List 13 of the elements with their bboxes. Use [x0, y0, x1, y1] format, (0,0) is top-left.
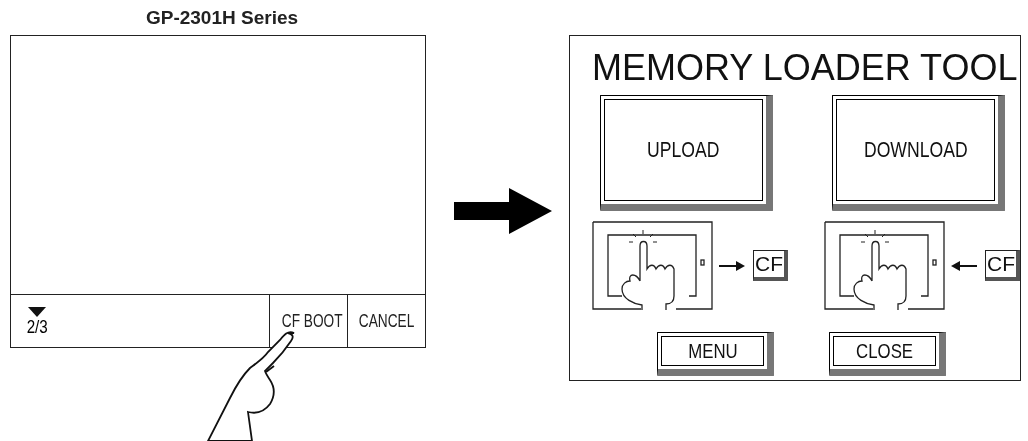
close-button[interactable]: CLOSE: [829, 332, 946, 376]
memory-card-icon: CF: [753, 250, 788, 281]
download-button[interactable]: DOWNLOAD: [832, 95, 1005, 211]
series-caption: GP-2301H Series: [145, 6, 299, 29]
right-arrow-icon: [453, 187, 552, 234]
page-indicator: 2/3: [26, 316, 48, 336]
screen-title: MEMORY LOADER TOOL: [592, 48, 1018, 89]
right-arrow-icon: [719, 260, 745, 271]
menu-button[interactable]: MENU: [657, 332, 774, 376]
upload-button[interactable]: UPLOAD: [600, 95, 773, 211]
down-triangle-icon: [28, 306, 47, 317]
memory-card-icon: CF: [985, 250, 1020, 281]
left-arrow-icon: [951, 260, 977, 271]
